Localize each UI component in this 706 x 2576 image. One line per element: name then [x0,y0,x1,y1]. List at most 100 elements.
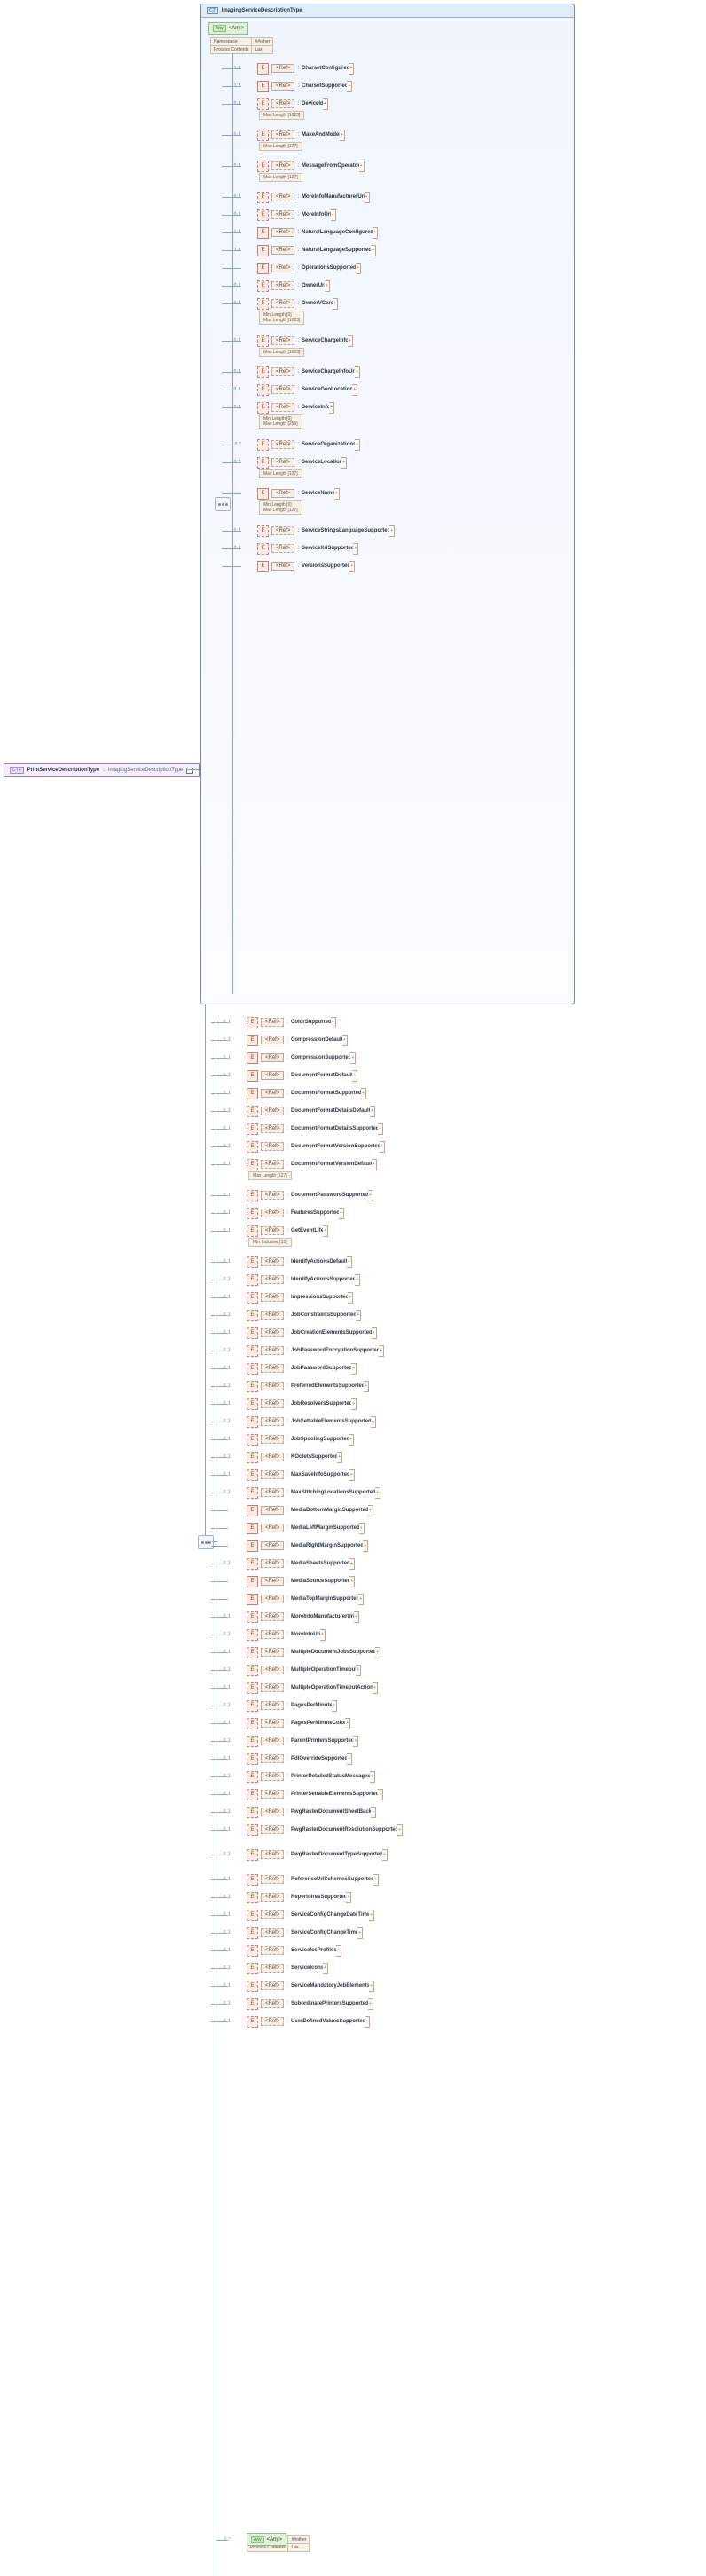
expand-toggle-icon[interactable]: + [332,1700,337,1712]
expand-toggle-icon[interactable]: + [375,1647,380,1658]
element-ref-row[interactable]: 0..1E<Ref>:FeaturesSupported+ [222,1207,344,1219]
element-ref-row[interactable]: 0..1E<Ref>:JobCreationElementsSupported+ [222,1327,377,1339]
expand-toggle-icon[interactable]: + [350,1052,356,1064]
expand-toggle-icon[interactable]: + [370,1771,375,1783]
element-ref-row[interactable]: 0..1E<Ref>:ReferenceUriSchemesSupported+ [222,1873,379,1886]
element-ref-row[interactable]: 0..1E<Ref>:MoreInfoUri+ [232,209,336,221]
element-ref-row[interactable]: 0..1E<Ref>:MoreInfoManufacturerUri+ [222,1611,359,1623]
expand-toggle-icon[interactable]: + [375,1487,380,1499]
element-ref-row[interactable]: E<Ref>:MediaLeftMarginSupported+ [222,1522,365,1534]
expand-toggle-icon[interactable]: + [331,209,336,221]
element-ref-row[interactable]: 0..1E<Ref>:MoreInfoUri+ [222,1628,326,1641]
expand-toggle-icon[interactable]: + [382,1849,388,1861]
expand-toggle-icon[interactable]: + [323,1225,328,1237]
element-ref-row[interactable]: E<Ref>:VersionsSupported+ [232,560,355,572]
collapse-toggle-icon[interactable]: - [186,768,193,774]
element-ref-row[interactable]: 0..1E<Ref>:ColorSupported+ [222,1016,336,1028]
element-ref-row[interactable]: 0..1E<Ref>:RepertoiresSupported+ [222,1891,351,1903]
expand-toggle-icon[interactable]: + [349,1576,355,1587]
expand-toggle-icon[interactable]: + [369,1910,374,1921]
expand-toggle-icon[interactable]: + [351,1363,357,1375]
element-ref-row[interactable]: 0..1E<Ref>:PwgRasterDocumentResolutionSu… [222,1824,403,1836]
expand-toggle-icon[interactable]: + [361,1088,366,1099]
expand-toggle-icon[interactable]: + [356,1310,361,1321]
expand-toggle-icon[interactable]: + [370,1106,375,1117]
element-ref-row[interactable]: 0..1E<Ref>:PagesPerMinute+ [222,1699,337,1712]
expand-toggle-icon[interactable]: + [369,1981,374,1992]
expand-toggle-icon[interactable]: + [373,227,378,239]
expand-toggle-icon[interactable]: + [368,1505,373,1516]
expand-toggle-icon[interactable]: + [378,1789,383,1800]
expand-toggle-icon[interactable]: + [349,63,354,75]
expand-toggle-icon[interactable]: + [323,1963,328,1974]
sequence-compositor-icon[interactable] [215,497,231,511]
expand-toggle-icon[interactable]: + [351,1398,357,1410]
expand-toggle-icon[interactable]: + [355,1274,360,1286]
element-ref-row[interactable]: E<Ref>:MediaSourceSupported+ [222,1575,355,1587]
expand-toggle-icon[interactable]: + [325,280,330,292]
element-ref-row[interactable]: 0..1E<Ref>:DocumentFormatVersionDefault+ [222,1158,377,1170]
element-ref-row[interactable]: 0..1E<Ref>:ServiceLocation+ [232,456,347,469]
element-ref-row[interactable]: 0..1E<Ref>:ServiceConfigChangeDateTime+ [222,1909,374,1921]
expand-toggle-icon[interactable]: + [320,1629,326,1641]
element-ref-row[interactable]: 0..1E<Ref>:JobResolversSupported+ [222,1398,357,1410]
element-ref-row[interactable]: 0..1E<Ref>:SubordinatePrintersSupported+ [222,1997,373,2010]
expand-toggle-icon[interactable]: + [347,1256,352,1268]
element-ref-row[interactable]: 0..1E<Ref>:JobPasswordEncryptionSupporte… [222,1344,384,1357]
expand-toggle-icon[interactable]: + [373,1874,379,1886]
expand-toggle-icon[interactable]: + [359,161,365,172]
element-ref-row[interactable]: 0..1E<Ref>:ServiceStringsLanguageSupport… [232,524,395,537]
element-ref-row[interactable]: 0..1E<Ref>:IdentifyActionsDefault+ [222,1256,352,1268]
element-ref-row[interactable]: 0..1E<Ref>:ServiceGeoLocation+ [232,383,357,396]
element-ref-row[interactable]: 0..1E<Ref>:ServiceInfo+ [232,401,334,414]
expand-toggle-icon[interactable]: + [348,1292,353,1304]
element-ref-row[interactable]: 0..1E<Ref>:OwnerVCard+ [232,297,338,310]
element-ref-row[interactable]: 0..1E<Ref>:DeviceId+ [232,98,328,110]
element-ref-row[interactable]: E<Ref>:OperationsSupported+ [232,262,361,274]
expand-toggle-icon[interactable]: + [346,1892,351,1903]
expand-toggle-icon[interactable]: + [352,1070,357,1082]
expand-toggle-icon[interactable]: + [331,1017,336,1028]
expand-toggle-icon[interactable]: + [373,1682,378,1694]
expand-toggle-icon[interactable]: + [349,1469,355,1481]
expand-toggle-icon[interactable]: + [336,1945,341,1957]
element-ref-row[interactable]: 0..1E<Ref>:PagesPerMinuteColor+ [222,1717,350,1729]
expand-toggle-icon[interactable]: + [352,384,357,396]
element-ref-row[interactable]: 0..1E<Ref>:DocumentFormatDetailsDefault+ [222,1105,375,1117]
expand-toggle-icon[interactable]: + [349,1434,354,1446]
element-ref-row[interactable]: 0..1E<Ref>:MultipleDocumentJobsSupported… [222,1646,380,1658]
expand-toggle-icon[interactable]: + [340,130,345,141]
element-ref-row[interactable]: 1..1E<Ref>:DocumentFormatSupported+ [222,1087,366,1099]
expand-toggle-icon[interactable]: + [348,335,353,347]
element-ref-row[interactable]: 0..1E<Ref>:MultipleOperationTimeout+ [222,1664,361,1676]
expand-toggle-icon[interactable]: + [334,488,340,500]
element-ref-row[interactable]: 0..1E<Ref>:JobConstraintsSupported+ [222,1309,361,1321]
expand-toggle-icon[interactable]: + [355,366,360,378]
element-ref-row[interactable]: 0..1E<Ref>:ServiceChargeInfoUri+ [232,366,360,378]
element-ref-row[interactable]: 0..1E<Ref>:DocumentFormatDetailsSupporte… [222,1123,383,1135]
element-ref-row[interactable]: 0..1E<Ref>:ImpressionsSupported+ [222,1291,353,1304]
expand-toggle-icon[interactable]: + [354,1611,359,1623]
element-ref-row[interactable]: 0..1E<Ref>:PwgRasterDocumentSheetBack+ [222,1806,376,1818]
any-row[interactable]: 0..* Any <Any> [222,2533,286,2546]
element-ref-row[interactable]: 0..1E<Ref>:GetEventLife+ [222,1225,328,1237]
element-ref-row[interactable]: 0..1E<Ref>:OwnerUri+ [232,280,330,292]
element-ref-row[interactable]: 0..1E<Ref>:MediaSheetsSupported+ [222,1557,355,1570]
element-ref-row[interactable]: 0..1E<Ref>:JobSpoolingSupported+ [222,1433,354,1446]
element-ref-row[interactable]: 0..1E<Ref>:DocumentFormatVersionSupporte… [222,1140,385,1153]
expand-toggle-icon[interactable]: + [337,1452,342,1463]
expand-toggle-icon[interactable]: + [347,1753,352,1765]
expand-toggle-icon[interactable]: + [371,1807,376,1818]
element-ref-row[interactable]: E<Ref>:MediaRightMarginSupported+ [222,1540,368,1552]
expand-toggle-icon[interactable]: + [364,1381,369,1392]
element-ref-row[interactable]: 1..1E<Ref>:NaturalLanguageSupported+ [232,244,376,256]
expand-toggle-icon[interactable]: + [329,402,334,414]
expand-toggle-icon[interactable]: + [345,1718,350,1729]
expand-toggle-icon[interactable]: + [347,81,352,92]
element-ref-row[interactable]: 0..*E<Ref>:ServiceOrganizations+ [232,438,360,451]
element-ref-row[interactable]: 0..1E<Ref>:DocumentPasswordSupported+ [222,1189,373,1201]
any-wildcard[interactable]: Any <Any> [208,22,248,35]
expand-toggle-icon[interactable]: + [371,245,376,256]
expand-toggle-icon[interactable]: + [389,525,395,537]
expand-toggle-icon[interactable]: + [323,98,328,110]
